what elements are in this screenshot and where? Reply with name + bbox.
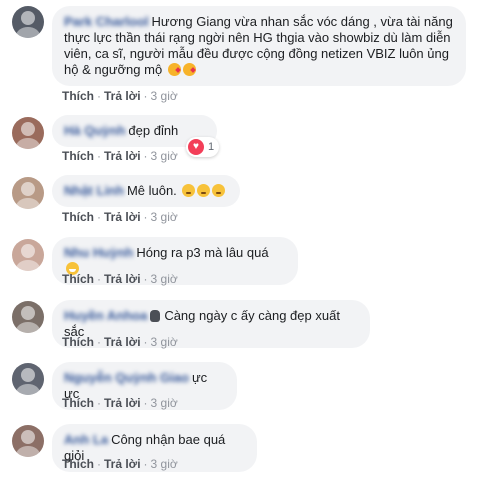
comment-actions: Thích · Trả lời · 3 giờ xyxy=(62,89,178,103)
comment-time[interactable]: 3 giờ xyxy=(151,89,178,103)
reply-link[interactable]: Trả lời xyxy=(104,457,141,471)
comment-text: Hóng ra p3 mà lâu quá xyxy=(136,245,269,260)
avatar[interactable] xyxy=(12,425,44,457)
commenter-name[interactable]: Hà Quỳnh xyxy=(64,123,125,139)
comment-time[interactable]: 3 giờ xyxy=(151,396,178,410)
like-link[interactable]: Thích xyxy=(62,149,94,163)
like-link[interactable]: Thích xyxy=(62,396,94,410)
comment-text: đẹp đỉnh xyxy=(128,123,179,138)
kiss-emoji-icon xyxy=(167,63,181,76)
like-link[interactable]: Thích xyxy=(62,272,94,286)
comment-actions: Thích · Trả lời · 3 giờ xyxy=(62,335,178,349)
commenter-name[interactable]: Nguyễn Quỳnh Giao xyxy=(64,370,189,386)
reply-link[interactable]: Trả lời xyxy=(104,210,141,224)
commenter-name[interactable]: Huyền Anhoa xyxy=(64,308,147,324)
comment-text: Mê luôn. xyxy=(126,183,177,198)
avatar[interactable] xyxy=(12,177,44,209)
comment-actions: Thích · Trả lời · 3 giờ xyxy=(62,272,178,286)
comment-actions: Thích · Trả lời · 3 giờ xyxy=(62,457,178,471)
commenter-name[interactable]: Nhu Huỳnh xyxy=(64,245,133,261)
comment-actions: Thích · Trả lời · 3 giờ xyxy=(62,149,178,163)
hand-icon xyxy=(150,310,161,322)
like-link[interactable]: Thích xyxy=(62,210,94,224)
avatar[interactable] xyxy=(12,117,44,149)
commenter-name[interactable]: Nhật Linh xyxy=(64,183,124,199)
reply-link[interactable]: Trả lời xyxy=(104,149,141,163)
avatar[interactable] xyxy=(12,363,44,395)
reply-link[interactable]: Trả lời xyxy=(104,272,141,286)
comment-time[interactable]: 3 giờ xyxy=(151,272,178,286)
reply-link[interactable]: Trả lời xyxy=(104,396,141,410)
comment-time[interactable]: 3 giờ xyxy=(151,457,178,471)
commenter-name[interactable]: Park Charlool xyxy=(64,14,149,30)
reaction-badge[interactable]: ♥ 1 xyxy=(186,137,220,157)
like-link[interactable]: Thích xyxy=(62,89,94,103)
like-link[interactable]: Thích xyxy=(62,457,94,471)
reply-link[interactable]: Trả lời xyxy=(104,335,141,349)
weary-emoji-icon xyxy=(197,184,211,197)
comment-time[interactable]: 3 giờ xyxy=(151,210,178,224)
avatar[interactable] xyxy=(12,6,44,38)
reaction-count: 1 xyxy=(208,141,215,153)
like-link[interactable]: Thích xyxy=(62,335,94,349)
comment-bubble: Nhật Linh Mê luôn. xyxy=(52,175,240,207)
comment-bubble: Park Charlool Hương Giang vừa nhan sắc vó… xyxy=(52,6,466,86)
weary-emoji-icon xyxy=(212,184,226,197)
comment-time[interactable]: 3 giờ xyxy=(151,335,178,349)
comment-actions: Thích · Trả lời · 3 giờ xyxy=(62,210,178,224)
reply-link[interactable]: Trả lời xyxy=(104,89,141,103)
weary-emoji-icon xyxy=(182,184,196,197)
commenter-name[interactable]: Anh La xyxy=(64,432,108,448)
comment-time[interactable]: 3 giờ xyxy=(151,149,178,163)
heart-icon: ♥ xyxy=(188,139,204,155)
kiss-emoji-icon xyxy=(182,63,196,76)
comment-actions: Thích · Trả lời · 3 giờ xyxy=(62,396,178,410)
avatar[interactable] xyxy=(12,301,44,333)
avatar[interactable] xyxy=(12,239,44,271)
